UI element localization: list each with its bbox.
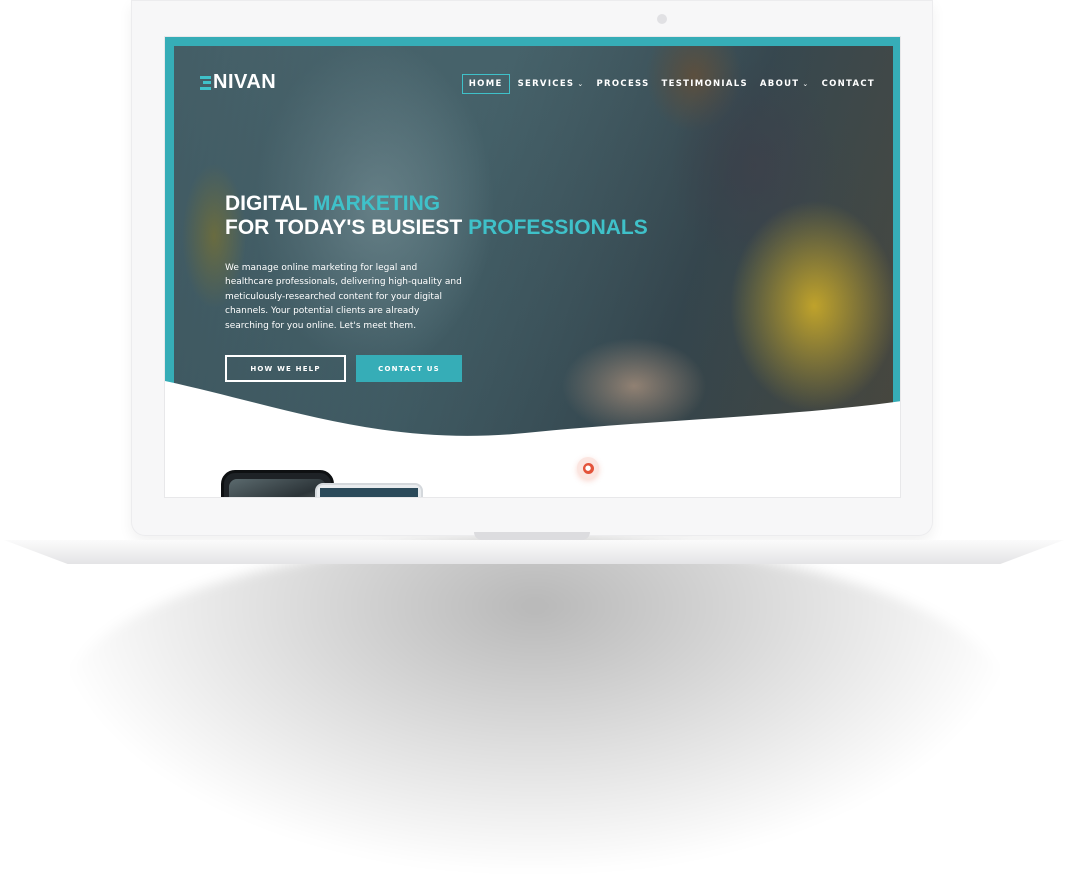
headline-line1: DIGITAL MARKETING <box>225 192 440 215</box>
nav-label: HOME <box>468 79 503 89</box>
hero-lead-paragraph: We manage online marketing for legal and… <box>225 263 462 331</box>
chat-bubble-icon: ● <box>582 462 594 474</box>
laptop-notch <box>474 532 590 540</box>
nav-label: ABOUT <box>759 79 800 89</box>
site-logo[interactable]: NIVAN <box>200 71 276 94</box>
nav-item-process[interactable]: PROCESS <box>597 79 650 89</box>
nav-item-services[interactable]: SERVICES ⌄ <box>518 79 585 89</box>
tablet-mockup <box>315 483 423 497</box>
nav-label: TESTIMONIALS <box>661 79 748 89</box>
laptop-mockup-scene: NIVAN HOME SERVICES ⌄ PROCESS TESTIMONIA… <box>0 0 1074 887</box>
chevron-down-icon: ⌄ <box>802 80 810 88</box>
webcam-icon <box>657 14 667 24</box>
main-nav: HOME SERVICES ⌄ PROCESS TESTIMONIALS ABO… <box>461 74 875 94</box>
nav-label: PROCESS <box>596 79 650 89</box>
headline-line2: FOR TODAY'S BUSIEST PROFESSIONALS <box>225 216 648 239</box>
chevron-down-icon: ⌄ <box>577 80 585 88</box>
headline-accent-text: MARKETING <box>312 192 441 215</box>
tablet-screen <box>320 488 418 497</box>
logo-text: NIVAN <box>213 71 277 93</box>
phone-screen <box>229 479 326 497</box>
headline-text: DIGITAL <box>225 192 308 215</box>
logo-mark-icon <box>200 75 211 90</box>
chat-widget-button[interactable]: ● <box>577 457 599 479</box>
laptop-base <box>4 540 1064 564</box>
laptop-shadow <box>60 540 1010 870</box>
laptop-screen: NIVAN HOME SERVICES ⌄ PROCESS TESTIMONIA… <box>164 36 901 498</box>
headline-text: FOR TODAY'S BUSIEST <box>225 216 463 239</box>
headline-accent-text: PROFESSIONALS <box>468 216 648 239</box>
nav-label: SERVICES <box>517 79 575 89</box>
nav-label: CONTACT <box>821 79 875 89</box>
nav-item-home[interactable]: HOME <box>461 74 510 94</box>
hero-headline: DIGITAL MARKETING FOR TODAY'S BUSIEST PR… <box>225 192 648 240</box>
nav-item-contact[interactable]: CONTACT <box>822 79 875 89</box>
nav-item-about[interactable]: ABOUT ⌄ <box>760 79 810 89</box>
nav-item-testimonials[interactable]: TESTIMONIALS <box>662 79 748 89</box>
